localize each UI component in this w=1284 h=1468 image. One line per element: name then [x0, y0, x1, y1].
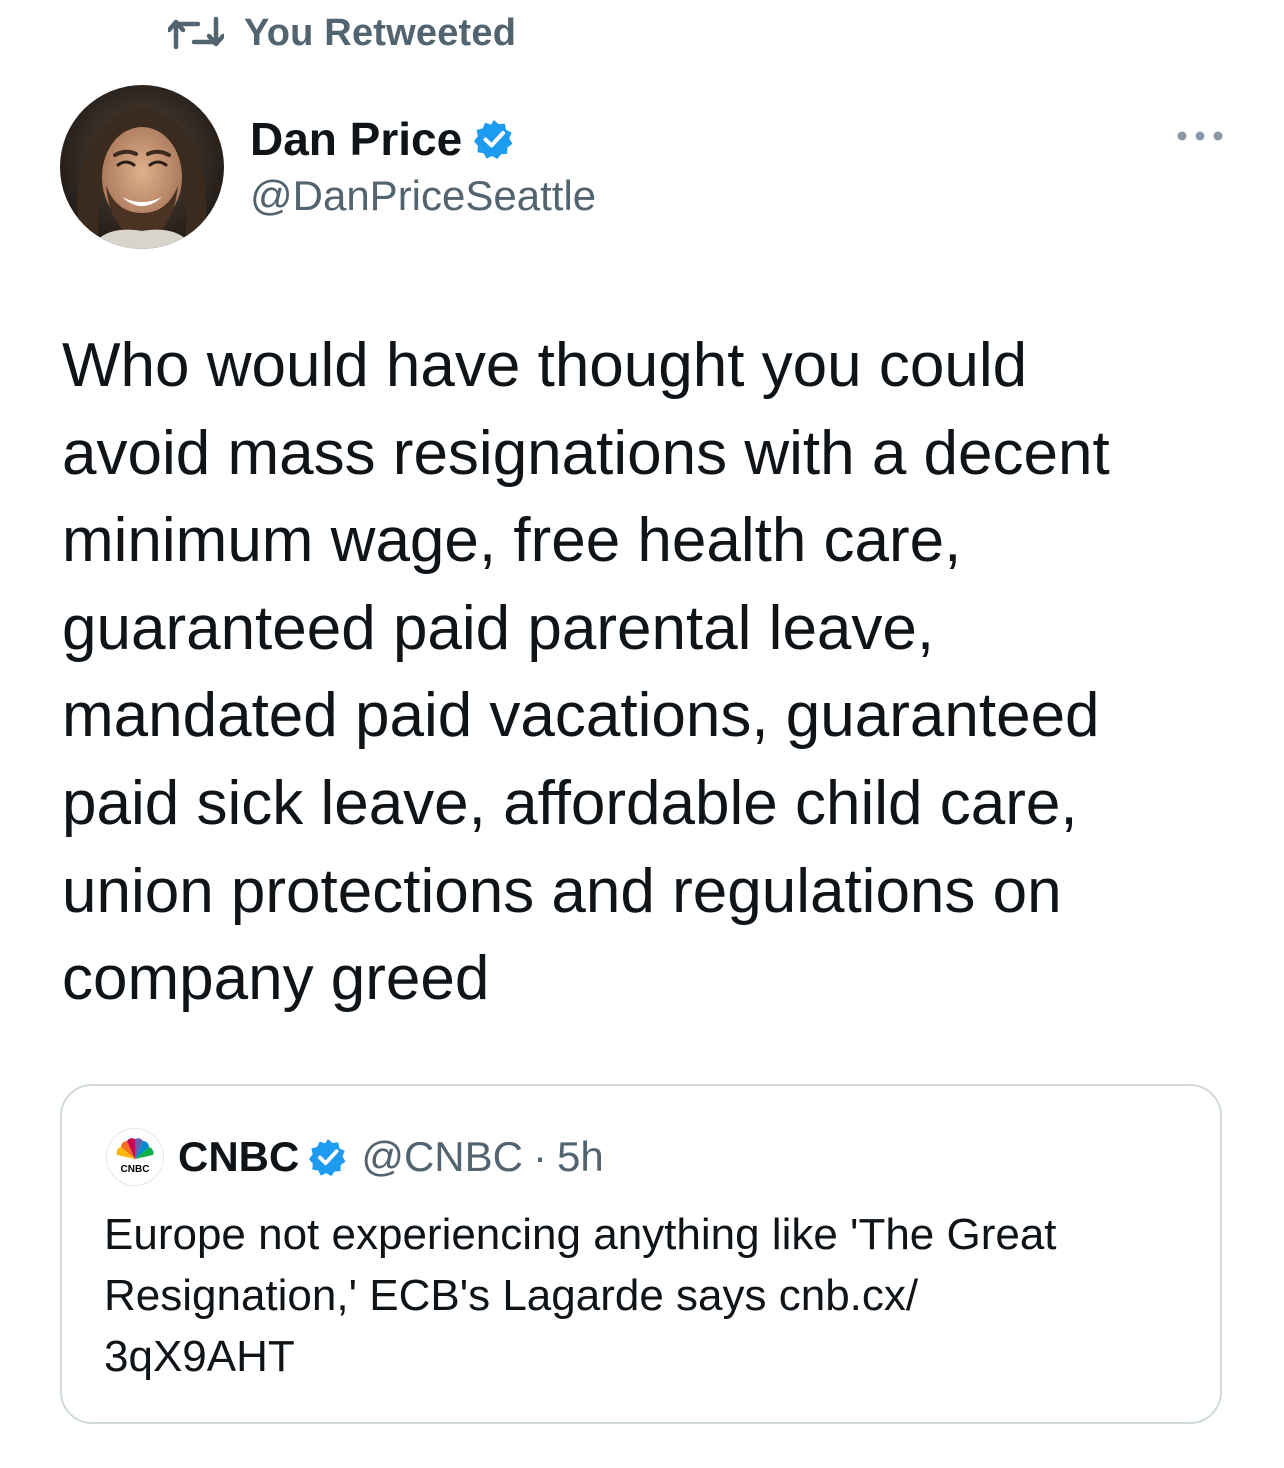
author-name-row[interactable]: Dan Price [250, 108, 514, 170]
retweet-icon [168, 15, 224, 51]
author-display-name[interactable]: Dan Price [250, 112, 462, 166]
quoted-tweet-card[interactable]: CNBC CNBC @CNBC · 5h Europe not experien… [60, 1084, 1222, 1424]
quoted-tweet-text: Europe not experiencing anything like 'T… [104, 1210, 1057, 1381]
quoted-separator: · [532, 1133, 547, 1180]
cnbc-logo-icon: CNBC [115, 1138, 155, 1175]
author-handle[interactable]: @DanPriceSeattle [250, 172, 596, 220]
quoted-author-name[interactable]: CNBC [178, 1133, 299, 1181]
quoted-author-handle[interactable]: @CNBC [361, 1133, 523, 1181]
author-avatar[interactable] [60, 85, 224, 249]
retweet-context[interactable]: You Retweeted [168, 10, 516, 56]
retweet-label: You Retweeted [244, 11, 517, 54]
more-options-icon [1176, 129, 1224, 147]
more-options-button[interactable] [1172, 118, 1228, 158]
verified-badge-icon [474, 119, 514, 159]
quoted-verified-badge-icon [309, 1138, 347, 1176]
quoted-timestamp[interactable]: 5h [557, 1133, 604, 1181]
quoted-tweet-header: CNBC CNBC @CNBC · 5h [106, 1128, 604, 1186]
svg-text:CNBC: CNBC [121, 1164, 150, 1175]
tweet-text: Who would have thought you could avoid m… [62, 331, 1110, 1014]
cnbc-logo-avatar[interactable]: CNBC [106, 1128, 164, 1186]
